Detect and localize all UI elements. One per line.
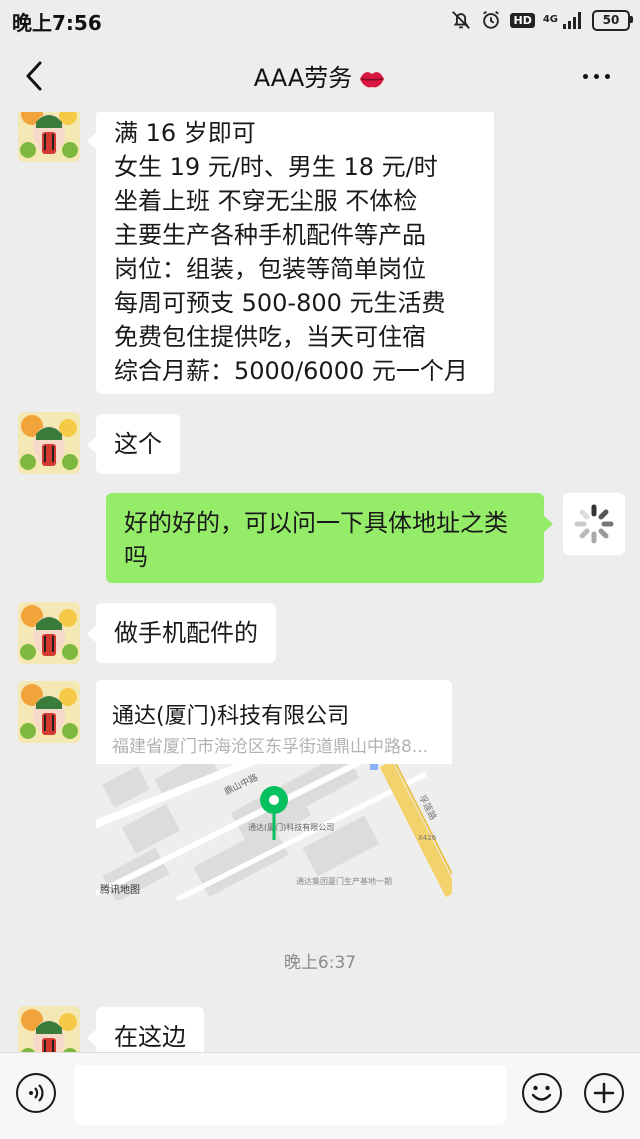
message-line: 每周可预支 500-800 元生活费 [114,289,446,317]
plus-icon [593,1082,615,1104]
chat-area[interactable]: 满 16 岁即可 女生 19 元/时、男生 18 元/时 坐着上班 不穿无尘服 … [0,112,640,1052]
bell-off-icon [450,9,472,31]
chat-title-text: AAA劳务 [253,64,353,92]
my-message-bubble[interactable]: 好的好的，可以问一下具体地址之类 吗 [106,493,553,583]
avatar[interactable] [18,112,80,162]
map-road-label: X426 [418,834,437,842]
more-icon-dot [582,73,588,79]
location-name: 通达(厦门)科技有限公司 [112,704,350,729]
message-line: 好的好的，可以问一下具体地址之类 [124,509,508,537]
avatar[interactable] [18,602,80,664]
alarm-icon [480,9,502,31]
message-bubble[interactable]: 在这边 [87,1007,204,1052]
message-timestamp: 晚上6:37 [283,953,357,973]
battery-icon: 50 [592,9,633,31]
message-line: 主要生产各种手机配件等产品 [114,221,426,249]
location-card[interactable]: 通达(厦门)科技有限公司 福建省厦门市海沧区东孚街道鼎山中路8... 鼎山中路 … [96,680,452,900]
message-input[interactable] [74,1065,506,1125]
message-line: 免费包住提供吃，当天可住宿 [114,323,426,351]
message-bubble[interactable]: 满 16 岁即可 女生 19 元/时、男生 18 元/时 坐着上班 不穿无尘服 … [87,112,494,394]
lips-icon [360,72,385,88]
location-address: 福建省厦门市海沧区东孚街道鼎山中路8... [112,737,429,757]
chevron-left-icon [26,61,42,91]
status-bar: 晚上7:56 HD 4G 50 [0,0,640,40]
voice-button[interactable] [16,1073,56,1113]
avatar[interactable] [18,1006,80,1052]
sending-spinner-icon [563,493,625,555]
input-bar [0,1052,640,1139]
network-label: 4G [542,14,558,25]
message-line: 女生 19 元/时、男生 18 元/时 [114,153,438,181]
location-map[interactable]: 鼎山中路 孚莲路 X426 通达集团厦门生产基地一期 通达(厦门)科技有限公司 … [96,740,452,900]
plus-button[interactable] [584,1073,624,1113]
hd-icon: HD [510,12,535,28]
message-bubble[interactable]: 这个 [87,414,180,474]
message-text: 在这边 [114,1023,186,1051]
more-icon-dot [604,73,610,79]
voice-icon [29,1084,44,1102]
nav-bar: AAA劳务 [0,40,640,112]
avatar[interactable] [18,412,80,474]
map-provider-label: 腾讯地图 [100,885,140,896]
emoji-button[interactable] [522,1073,562,1113]
message-line: 吗 [124,543,148,571]
emoji-icon [531,1085,552,1101]
more-button[interactable] [574,60,618,92]
signal-icon [562,11,584,29]
message-line: 综合月薪：5000/6000 元一个月 [114,357,468,385]
battery-level: 50 [602,13,620,27]
status-icons: HD 4G 50 [450,6,633,34]
status-time: 晚上7:56 [12,11,102,35]
avatar[interactable] [18,681,80,743]
more-icon-dot [593,73,599,79]
map-poi-label: 通达集团厦门生产基地一期 [296,876,392,886]
map-poi-label: 通达(厦门)科技有限公司 [248,822,334,832]
back-button[interactable] [14,56,54,96]
message-bubble[interactable]: 做手机配件的 [87,603,276,663]
chat-title: AAA劳务 [0,58,640,93]
message-line: 岗位：组装，包装等简单岗位 [114,255,426,283]
message-text: 这个 [114,430,162,458]
message-line: 满 16 岁即可 [114,119,256,147]
message-line: 坐着上班 不穿无尘服 不体检 [114,187,418,215]
message-text: 做手机配件的 [114,619,258,647]
